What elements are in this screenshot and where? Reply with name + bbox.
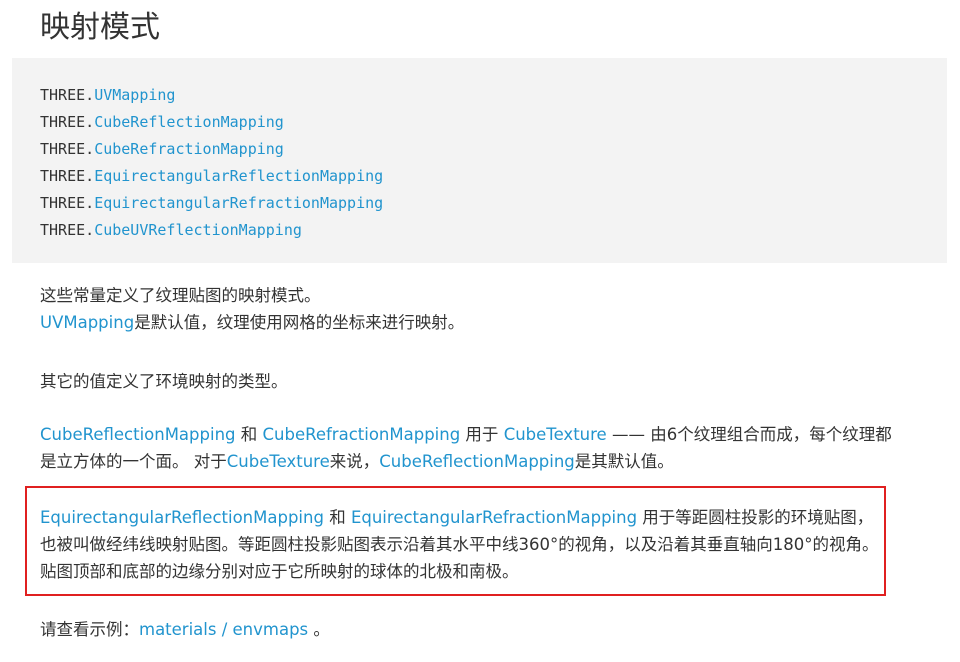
code-prefix: THREE. xyxy=(40,86,95,104)
cube-reflection-mapping-text-link[interactable]: CubeReflectionMapping xyxy=(40,425,236,444)
code-line: THREE.EquirectangularReflectionMapping xyxy=(40,163,919,190)
code-block: THREE.UVMapping THREE.CubeReflectionMapp… xyxy=(12,58,947,263)
cube-uv-reflection-mapping-link[interactable]: CubeUVReflectionMapping xyxy=(94,221,302,239)
code-line: THREE.EquirectangularRefractionMapping xyxy=(40,190,919,217)
intro-paragraph: 这些常量定义了纹理贴图的映射模式。 UVMapping是默认值，纹理使用网格的坐… xyxy=(40,282,900,336)
intro-line: 这些常量定义了纹理贴图的映射模式。 xyxy=(40,286,321,305)
default-line: UVMapping是默认值，纹理使用网格的坐标来进行映射。 xyxy=(40,309,900,336)
equirect-paragraph: EquirectangularReflectionMapping 和 Equir… xyxy=(40,504,886,585)
equirectangular-reflection-mapping-text-link[interactable]: EquirectangularReflectionMapping xyxy=(40,508,324,527)
code-line: THREE.CubeRefractionMapping xyxy=(40,136,919,163)
code-line: THREE.UVMapping xyxy=(40,82,919,109)
equirectangular-refraction-mapping-link[interactable]: EquirectangularRefractionMapping xyxy=(94,194,383,212)
code-prefix: THREE. xyxy=(40,140,95,158)
default-text: 是默认值，纹理使用网格的坐标来进行映射。 xyxy=(134,313,465,332)
code-prefix: THREE. xyxy=(40,167,95,185)
cube-text-2: 来说， xyxy=(329,452,380,471)
code-prefix: THREE. xyxy=(40,194,95,212)
cube-reflection-mapping-default-link[interactable]: CubeReflectionMapping xyxy=(379,452,575,471)
page-title: 映射模式 xyxy=(40,10,160,45)
and-text: 和 xyxy=(235,425,263,444)
example-paragraph: 请查看示例：materials / envmaps 。 xyxy=(40,616,900,643)
uvmapping-link[interactable]: UVMapping xyxy=(94,86,175,104)
example-suffix: 。 xyxy=(308,620,330,639)
cube-text-3: 是其默认值。 xyxy=(574,452,674,471)
uvmapping-text-link[interactable]: UVMapping xyxy=(40,313,134,332)
materials-envmaps-link[interactable]: materials / envmaps xyxy=(139,620,308,639)
code-line: THREE.CubeReflectionMapping xyxy=(40,109,919,136)
cube-refraction-mapping-text-link[interactable]: CubeRefractionMapping xyxy=(263,425,461,444)
cube-texture-link-2[interactable]: CubeTexture xyxy=(227,452,330,471)
code-line: THREE.CubeUVReflectionMapping xyxy=(40,217,919,244)
cube-reflection-mapping-link[interactable]: CubeReflectionMapping xyxy=(94,113,284,131)
cube-texture-link[interactable]: CubeTexture xyxy=(504,425,607,444)
equirectangular-refraction-mapping-text-link[interactable]: EquirectangularRefractionMapping xyxy=(351,508,637,527)
and-text: 和 xyxy=(323,508,351,527)
env-intro-paragraph: 其它的值定义了环境映射的类型。 xyxy=(40,372,288,391)
used-for-text: 用于 xyxy=(460,425,504,444)
cube-refraction-mapping-link[interactable]: CubeRefractionMapping xyxy=(94,140,284,158)
cube-paragraph: CubeReflectionMapping 和 CubeRefractionMa… xyxy=(40,421,900,475)
equirectangular-reflection-mapping-link[interactable]: EquirectangularReflectionMapping xyxy=(94,167,383,185)
code-prefix: THREE. xyxy=(40,113,95,131)
example-label: 请查看示例： xyxy=(40,620,139,639)
code-prefix: THREE. xyxy=(40,221,95,239)
